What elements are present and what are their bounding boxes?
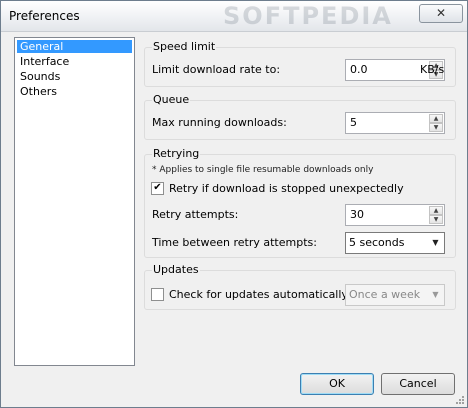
chevron-down-icon: ▼ [432,238,439,247]
limit-rate-label: Limit download rate to: [152,63,281,76]
checkmark-icon: ✔ [153,182,162,193]
speed-limit-group: Speed limit Limit download rate to: 0.0 … [144,40,456,87]
category-item-sounds[interactable]: Sounds [17,70,132,83]
queue-group-title: Queue [152,93,191,106]
spin-down-icon[interactable]: ▼ [429,215,443,224]
retry-checkbox[interactable]: ✔ [151,182,164,195]
category-item-others[interactable]: Others [17,85,132,98]
chevron-down-icon: ▼ [432,290,439,299]
preferences-window: Preferences SOFTPEDIA ✕ General Interfac… [0,0,468,408]
window-title: Preferences [9,9,80,23]
max-downloads-label: Max running downloads: [152,116,287,129]
rate-unit-label: KB/s [420,63,445,76]
retry-checkbox-label[interactable]: Retry if download is stopped unexpectedl… [169,182,404,195]
spin-up-icon[interactable]: ▲ [429,206,443,215]
category-list[interactable]: General Interface Sounds Others [14,37,135,366]
auto-update-checkbox[interactable] [151,288,164,301]
max-downloads-value: 5 [350,116,357,129]
update-frequency-select[interactable]: Once a week ▼ [345,284,445,306]
retrying-note: * Applies to single file resumable downl… [152,165,374,175]
retrying-group: Retrying * Applies to single file resuma… [144,147,456,258]
category-item-general[interactable]: General [17,40,132,53]
update-frequency-value: Once a week [349,288,421,301]
close-button[interactable]: ✕ [419,4,463,23]
spin-up-icon[interactable]: ▲ [429,114,443,123]
limit-rate-value: 0.0 [350,63,368,76]
max-downloads-spinner[interactable]: 5 ▲ ▼ [345,112,445,134]
retry-interval-value: 5 seconds [349,236,405,249]
updates-group: Updates Check for updates automatically … [144,263,456,310]
updates-group-title: Updates [152,263,200,276]
resize-grip-icon[interactable] [453,393,465,405]
auto-update-label[interactable]: Check for updates automatically [169,288,348,301]
queue-group: Queue Max running downloads: 5 ▲ ▼ [144,93,456,140]
category-item-interface[interactable]: Interface [17,55,132,68]
title-bar[interactable]: Preferences SOFTPEDIA ✕ [1,1,467,32]
retry-attempts-value: 30 [350,208,364,221]
retry-interval-label: Time between retry attempts: [152,236,317,249]
retry-attempts-label: Retry attempts: [152,208,239,221]
ok-button[interactable]: OK [300,373,374,395]
close-icon: ✕ [435,6,447,20]
retrying-group-title: Retrying [152,147,201,160]
retry-interval-select[interactable]: 5 seconds ▼ [345,232,445,254]
spin-down-icon[interactable]: ▼ [429,123,443,132]
retry-attempts-spinner[interactable]: 30 ▲ ▼ [345,204,445,226]
cancel-button[interactable]: Cancel [381,373,455,395]
watermark: SOFTPEDIA [223,2,393,30]
speed-limit-group-title: Speed limit [152,40,217,53]
